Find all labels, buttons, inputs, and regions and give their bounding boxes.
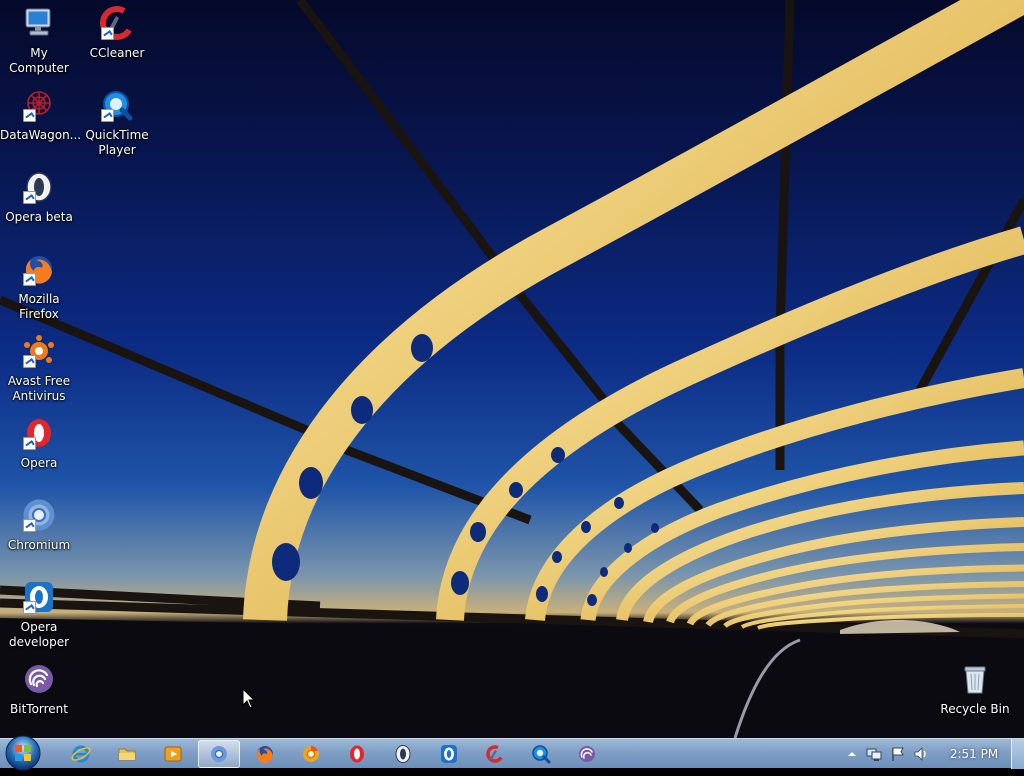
quicktime-icon [100, 88, 134, 122]
desktop-icon-bittorrent[interactable]: BitTorrent [0, 662, 78, 717]
shortcut-arrow-icon [23, 601, 36, 614]
system-clock[interactable]: 2:51 PM [944, 739, 1004, 769]
icon-label: Avast Free Antivirus [7, 374, 71, 403]
computer-icon [22, 6, 56, 40]
shortcut-arrow-icon [23, 355, 36, 368]
recycle-bin-icon [958, 662, 992, 696]
shortcut-arrow-icon [23, 109, 36, 122]
action-center-flag-icon[interactable] [890, 746, 906, 762]
start-button[interactable] [4, 734, 42, 772]
taskbar-internet-explorer[interactable] [60, 740, 102, 768]
bittorrent-icon [579, 746, 595, 762]
bittorrent-icon [22, 662, 56, 696]
volume-icon[interactable] [913, 746, 929, 762]
desktop-icon-opera-developer[interactable]: Opera developer [0, 580, 78, 650]
icon-label: Opera [20, 456, 58, 470]
taskbar-chrome-canary[interactable] [290, 740, 332, 768]
opera-beta-icon [22, 170, 56, 204]
icon-label: Mozilla Firefox [18, 292, 60, 321]
show-hidden-icons-arrow[interactable] [844, 746, 860, 762]
desktop-icon-quicktime[interactable]: QuickTime Player [78, 88, 156, 158]
desktop-icon-datawagon[interactable]: DataWagon... [0, 88, 82, 143]
taskbar-firefox[interactable] [244, 740, 286, 768]
icon-label: My Computer [9, 46, 69, 75]
chromium-icon [211, 746, 227, 762]
desktop-icon-ccleaner[interactable]: CCleaner [78, 6, 156, 61]
icon-label: Recycle Bin [940, 702, 1010, 716]
ccleaner-icon [486, 745, 504, 763]
desktop-icon-recycle-bin[interactable]: Recycle Bin [936, 662, 1014, 717]
opera-icon [22, 416, 56, 450]
firefox-icon [256, 746, 273, 764]
taskbar-opera[interactable] [336, 740, 378, 768]
chromium-icon [22, 498, 56, 532]
shortcut-arrow-icon [23, 437, 36, 450]
desktop-icon-chromium[interactable]: Chromium [0, 498, 78, 553]
opera-developer-icon [441, 745, 457, 763]
opera-icon [350, 745, 364, 763]
datawagon-icon [22, 88, 56, 122]
icon-label: BitTorrent [10, 702, 68, 716]
taskbar-quicktime[interactable] [520, 740, 562, 768]
desktop-icon-opera[interactable]: Opera [0, 416, 78, 471]
taskbar-opera-beta[interactable] [382, 740, 424, 768]
shortcut-arrow-icon [23, 519, 36, 532]
internet-explorer-icon [71, 745, 91, 763]
taskbar: 2:51 PM [0, 735, 1024, 771]
taskbar-file-explorer[interactable] [106, 740, 148, 768]
icon-label: QuickTime Player [85, 128, 149, 157]
icon-label: DataWagon... [0, 128, 82, 142]
shortcut-arrow-icon [23, 191, 36, 204]
show-desktop-button[interactable] [1011, 739, 1024, 769]
shortcut-arrow-icon [23, 273, 36, 286]
opera-developer-icon [22, 580, 56, 614]
mouse-cursor-icon [242, 688, 256, 709]
icon-label: CCleaner [89, 46, 145, 60]
chrome-canary-icon [303, 746, 319, 762]
icon-label: Opera developer [8, 620, 70, 649]
network-icon[interactable] [866, 746, 882, 762]
taskbar-opera-developer[interactable] [428, 740, 470, 768]
icon-label: Chromium [7, 538, 71, 552]
taskbar-bittorrent[interactable] [566, 740, 608, 768]
desktop-icon-my-computer[interactable]: My Computer [0, 6, 78, 76]
firefox-icon [22, 252, 56, 286]
taskbar-chromium[interactable] [198, 740, 240, 768]
icon-label: Opera beta [5, 210, 73, 224]
shortcut-arrow-icon [101, 27, 114, 40]
desktop[interactable]: My Computer CCleaner DataWagon... QuickT… [0, 0, 1024, 738]
windows-start-icon [5, 735, 41, 771]
shortcut-arrow-icon [101, 109, 114, 122]
opera-beta-icon [395, 745, 411, 763]
taskbar-ccleaner[interactable] [474, 740, 516, 768]
desktop-icon-avast[interactable]: Avast Free Antivirus [0, 334, 78, 404]
ccleaner-icon [100, 6, 134, 40]
file-explorer-icon [118, 748, 136, 761]
quicktime-icon [532, 745, 551, 764]
desktop-icon-firefox[interactable]: Mozilla Firefox [0, 252, 78, 322]
media-player-icon [164, 746, 182, 762]
desktop-icon-opera-beta[interactable]: Opera beta [0, 170, 78, 225]
avast-icon [22, 334, 56, 368]
taskbar-media-player[interactable] [152, 740, 194, 768]
